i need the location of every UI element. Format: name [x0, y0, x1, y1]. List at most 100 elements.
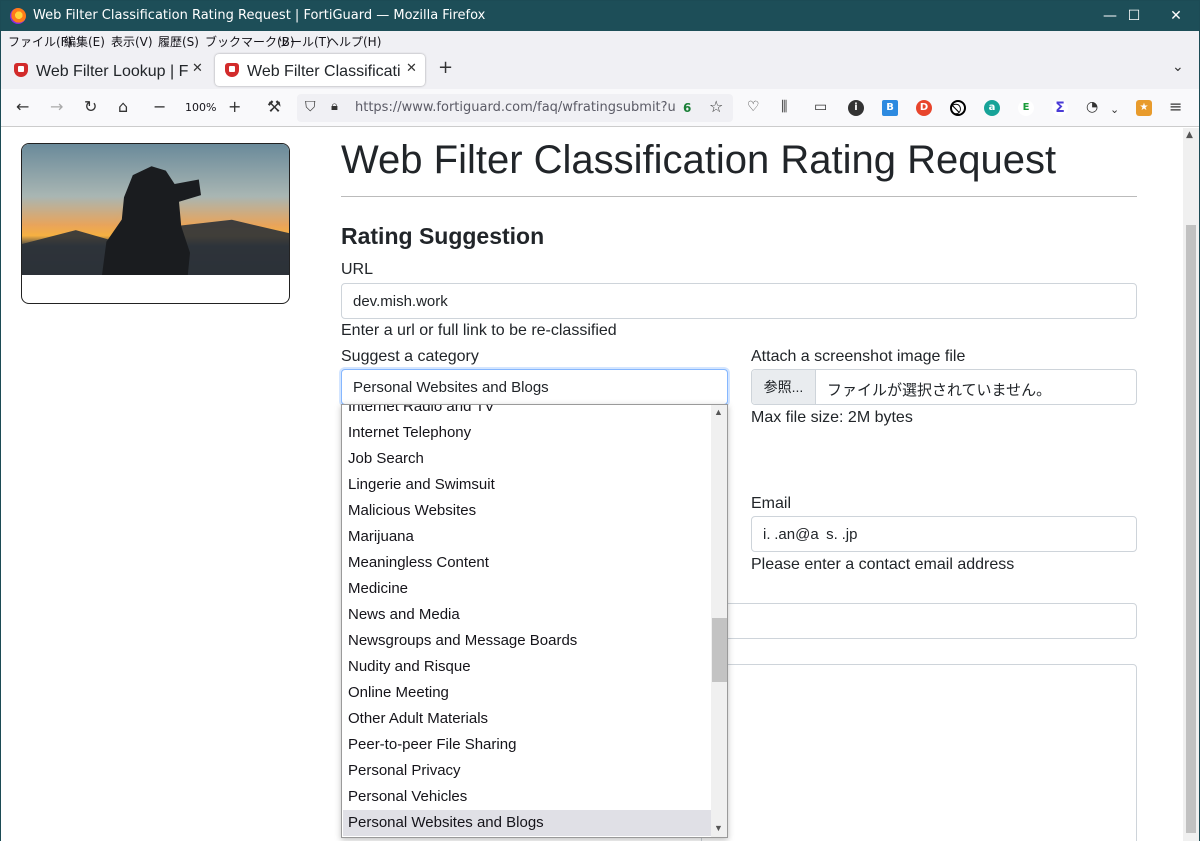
bookmark-star-icon[interactable]: ☆ [709, 97, 723, 117]
library-icon[interactable]: ⫼ [781, 97, 787, 117]
ipv6-indicator-icon[interactable]: 6 [683, 98, 691, 118]
block-icon[interactable]: ⃠ [950, 100, 966, 116]
title-divider [341, 196, 1137, 197]
lock-icon[interactable]: 🔒︎ [331, 97, 338, 117]
menu-bar: ファイル(F) 編集(E) 表示(V) 履歴(S) ブックマーク(B) ツール(… [1, 31, 1199, 51]
option-personal-privacy[interactable]: Personal Privacy [343, 758, 711, 784]
duckduckgo-icon[interactable]: D [916, 100, 932, 116]
menu-view[interactable]: 表示(V) [111, 33, 153, 50]
option-peer-to-peer-file-sharing[interactable]: Peer-to-peer File Sharing [343, 732, 711, 758]
option-internet-radio-and-tv[interactable]: Internet Radio and TV [343, 405, 711, 420]
maximize-button[interactable]: ☐ [1111, 1, 1157, 31]
tab-close-icon[interactable]: ✕ [406, 61, 417, 76]
menu-file[interactable]: ファイル(F) [8, 33, 72, 50]
zoom-in-icon[interactable]: + [228, 97, 241, 117]
pocket-icon[interactable]: ♡ [747, 97, 760, 117]
extension-bf-icon[interactable]: B [882, 100, 898, 116]
option-online-meeting[interactable]: Online Meeting [343, 680, 711, 706]
comment-textarea[interactable] [701, 664, 1137, 841]
tab-label: Web Filter Classification Rating [247, 63, 401, 80]
category-select[interactable]: Personal Websites and Blogs [341, 369, 728, 405]
title-bar: Web Filter Classification Rating Request… [1, 1, 1199, 31]
shield-icon[interactable]: ⛉ [305, 97, 316, 117]
extension-medal-icon[interactable]: ★ [1136, 100, 1152, 116]
reload-icon[interactable]: ↻ [84, 97, 97, 117]
section-heading: Rating Suggestion [341, 223, 545, 249]
option-lingerie-and-swimsuit[interactable]: Lingerie and Swimsuit [343, 472, 711, 498]
tab-classification-rating[interactable]: Web Filter Classification Rating ✕ [215, 54, 425, 86]
category-label: Suggest a category [341, 348, 479, 365]
option-personal-websites-and-blogs[interactable]: Personal Websites and Blogs [343, 810, 711, 836]
dropdown-scroll-thumb[interactable] [712, 618, 727, 682]
window-title: Web Filter Classification Rating Request… [33, 8, 486, 23]
extension-sigma-icon[interactable]: Σ [1052, 100, 1068, 116]
sync-account-icon[interactable]: ◔ [1086, 97, 1098, 117]
option-medicine[interactable]: Medicine [343, 576, 711, 602]
email-label: Email [751, 495, 792, 512]
option-marijuana[interactable]: Marijuana [343, 524, 711, 550]
menu-edit[interactable]: 編集(E) [64, 33, 105, 50]
zoom-level[interactable]: 100% [185, 101, 216, 114]
info-extension-icon[interactable]: i [848, 100, 864, 116]
menu-help[interactable]: ヘルプ(H) [327, 33, 381, 50]
menu-tools[interactable]: ツール(T) [278, 33, 331, 50]
new-tab-icon[interactable]: + [438, 57, 453, 78]
menu-history[interactable]: 履歴(S) [158, 33, 199, 50]
browse-button[interactable]: 参照... [752, 370, 816, 404]
option-nudity-and-risque[interactable]: Nudity and Risque [343, 654, 711, 680]
text-input-partially-hidden[interactable] [701, 603, 1137, 639]
scroll-up-arrow-icon[interactable]: ▲ [714, 407, 723, 417]
tab-web-filter-lookup[interactable]: Web Filter Lookup | FortiGuard ✕ [4, 54, 210, 86]
navigation-toolbar: ← → ↻ ⌂ − 100% + ⚒ ⛉ 🔒︎ https://www.fort… [1, 89, 1199, 127]
close-button[interactable]: ✕ [1153, 1, 1199, 31]
option-newsgroups-and-message-boards[interactable]: Newsgroups and Message Boards [343, 628, 711, 654]
customize-wrench-icon[interactable]: ⚒ [267, 97, 281, 117]
option-other-adult-materials[interactable]: Other Adult Materials [343, 706, 711, 732]
tab-label: Web Filter Lookup | FortiGuard [36, 63, 188, 80]
option-news-and-media[interactable]: News and Media [343, 602, 711, 628]
tab-bar: Web Filter Lookup | FortiGuard ✕ Web Fil… [1, 51, 1199, 89]
page-title: Web Filter Classification Rating Request [341, 138, 1057, 182]
fortiguard-favicon-icon [225, 63, 239, 77]
option-malicious-websites[interactable]: Malicious Websites [343, 498, 711, 524]
screenshot-file-input[interactable]: 参照... ファイルが選択されていません。 [751, 369, 1137, 405]
sidebar-icon[interactable]: ▭ [814, 97, 827, 117]
url-text[interactable]: https://www.fortiguard.com/faq/wfratings… [355, 100, 675, 115]
app-menu-icon[interactable]: ≡ [1169, 97, 1182, 117]
option-meaningless-content[interactable]: Meaningless Content [343, 550, 711, 576]
email-input-value: i. .an@a s. .jp [763, 526, 858, 543]
page-scrollbar[interactable]: ▲ [1183, 128, 1199, 841]
dropdown-scrollbar[interactable]: ▲ ▼ [711, 405, 727, 837]
chevron-down-icon[interactable]: ⌄ [1110, 100, 1119, 120]
category-dropdown-list[interactable]: Internet Radio and TV Internet Telephony… [341, 404, 728, 838]
scroll-down-arrow-icon[interactable]: ▼ [714, 823, 723, 833]
option-personal-vehicles[interactable]: Personal Vehicles [343, 784, 711, 810]
option-internet-telephony[interactable]: Internet Telephony [343, 420, 711, 446]
hero-image-card [21, 143, 290, 304]
binoculars-silhouette-photo [22, 144, 289, 275]
fortiguard-favicon-icon [14, 63, 28, 77]
home-icon[interactable]: ⌂ [118, 97, 128, 117]
url-input-value: dev.mish.work [353, 293, 448, 310]
back-icon[interactable]: ← [16, 97, 29, 117]
url-help-text: Enter a url or full link to be re-classi… [341, 322, 617, 339]
zoom-out-icon[interactable]: − [153, 97, 166, 117]
extension-a-icon[interactable]: a [984, 100, 1000, 116]
no-file-text: ファイルが選択されていません。 [827, 382, 1052, 399]
option-job-search[interactable]: Job Search [343, 446, 711, 472]
tab-close-icon[interactable]: ✕ [192, 61, 203, 76]
max-size-text: Max file size: 2M bytes [751, 409, 913, 426]
url-bar[interactable]: ⛉ 🔒︎ https://www.fortiguard.com/faq/wfra… [297, 94, 733, 122]
firefox-icon [10, 8, 26, 24]
email-input[interactable]: i. .an@a s. .jp [751, 516, 1137, 552]
forward-icon[interactable]: → [50, 97, 63, 117]
scroll-up-arrow-icon[interactable]: ▲ [1186, 130, 1193, 140]
page-content: Web Filter Classification Rating Request… [1, 128, 1183, 841]
page-scroll-thumb[interactable] [1186, 225, 1196, 833]
url-input[interactable]: dev.mish.work [341, 283, 1137, 319]
category-select-value: Personal Websites and Blogs [353, 379, 549, 396]
extension-e-icon[interactable]: E [1018, 100, 1034, 116]
browser-window: Web Filter Classification Rating Request… [0, 0, 1200, 841]
email-help-text: Please enter a contact email address [751, 556, 1015, 573]
list-all-tabs-icon[interactable]: ⌄ [1172, 59, 1184, 75]
